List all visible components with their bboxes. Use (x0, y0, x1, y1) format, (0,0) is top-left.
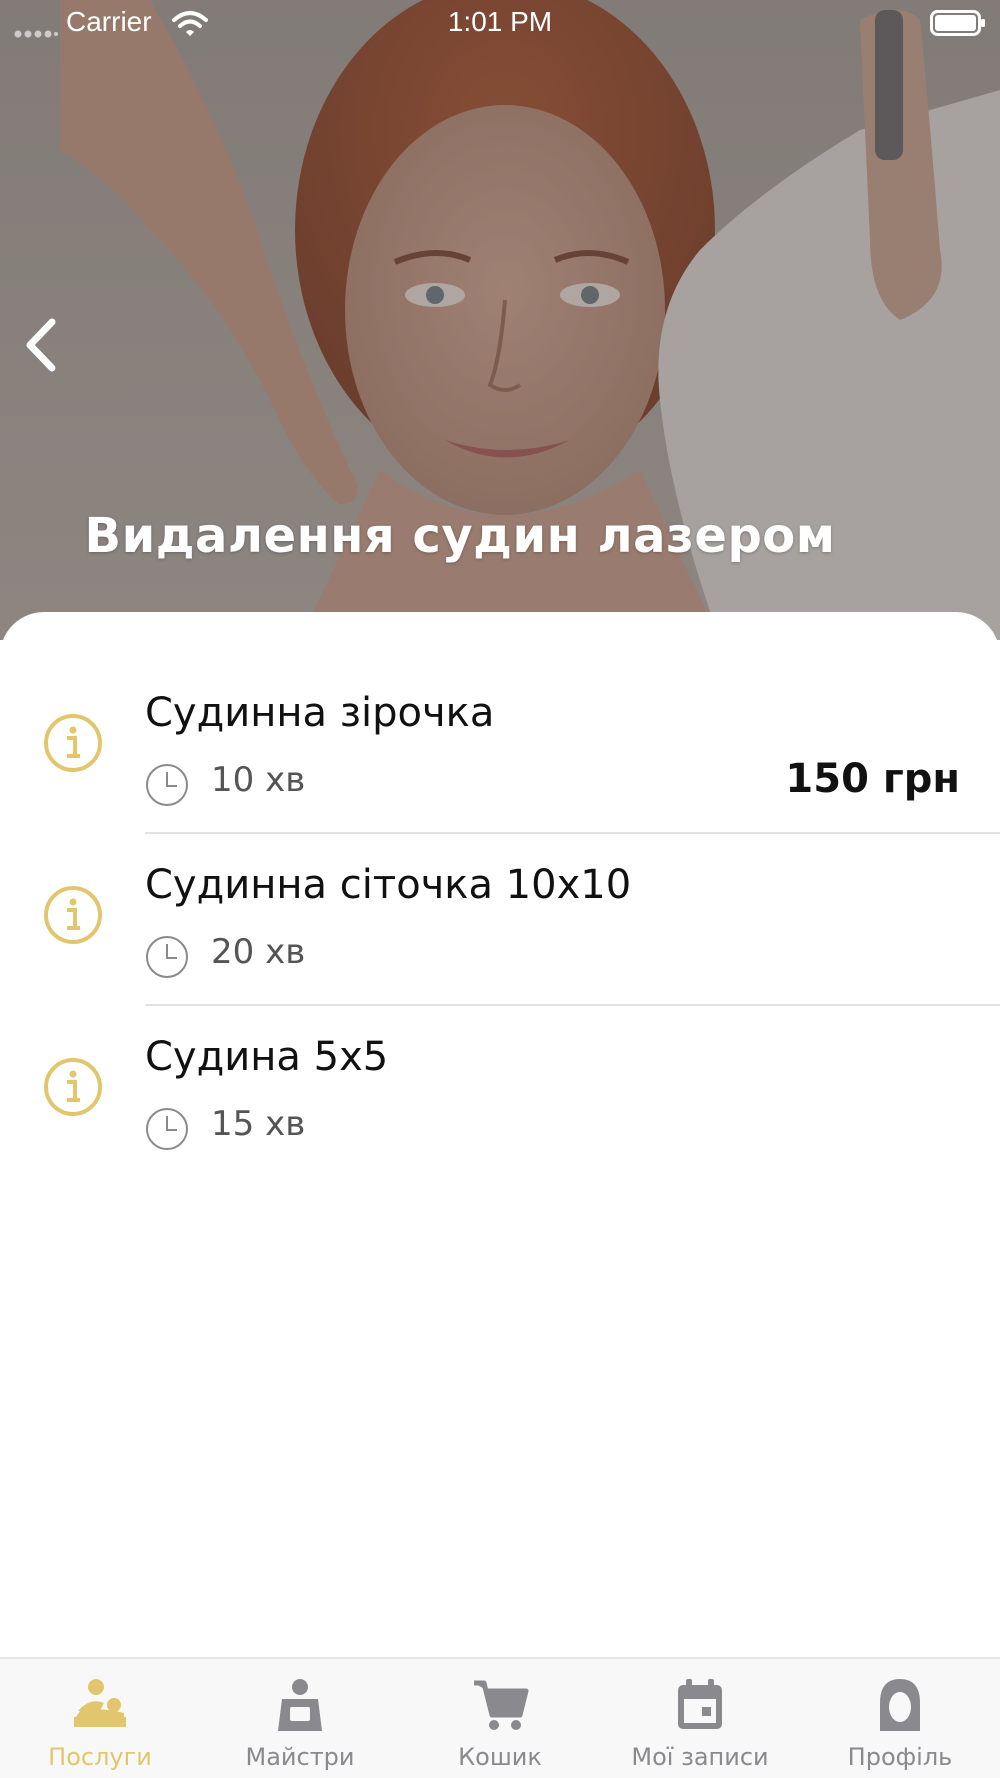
battery-icon (930, 10, 985, 36)
tab-services[interactable]: Послуги (0, 1659, 200, 1778)
tab-label: Кошик (458, 1743, 542, 1771)
master-icon (278, 1679, 322, 1731)
tab-label: Профіль (847, 1743, 953, 1771)
status-time: 1:01 PM (447, 6, 553, 37)
tab-label: Послуги (48, 1743, 152, 1771)
info-icon[interactable] (42, 712, 104, 774)
tab-label: Майстри (245, 1743, 355, 1771)
clock-icon (146, 1108, 188, 1150)
service-duration: 15 хв (211, 1104, 306, 1144)
chevron-left-icon (26, 318, 56, 372)
tab-label: Мої записи (631, 1743, 769, 1771)
hero-banner: Carrier 1:01 PM Видалення судин лазером (0, 0, 1000, 640)
tab-cart[interactable]: Кошик (400, 1659, 600, 1778)
service-name: Судинна зірочка (145, 690, 495, 736)
service-item[interactable]: Судинна зірочка 10 хв 150 грн (0, 662, 1000, 834)
tab-appointments[interactable]: Мої записи (600, 1659, 800, 1778)
page-title: Видалення судин лазером (84, 508, 836, 564)
info-icon[interactable] (42, 884, 104, 946)
clock-icon (146, 936, 188, 978)
service-item[interactable]: Судина 5х5 15 хв (0, 1006, 1000, 1178)
services-list: Судинна зірочка 10 хв 150 грн Судинна сі… (0, 612, 1000, 1658)
info-icon[interactable] (42, 1056, 104, 1118)
service-name: Судинна сіточка 10х10 (145, 862, 632, 908)
massage-icon (74, 1679, 126, 1727)
tab-profile[interactable]: Профіль (800, 1659, 1000, 1778)
tab-masters[interactable]: Майстри (200, 1659, 400, 1778)
service-name: Судина 5х5 (145, 1034, 389, 1080)
tab-bar: Послуги Майстри Кошик Мої записи Профіль (0, 1657, 1000, 1778)
back-button[interactable] (10, 315, 70, 375)
clock-icon (146, 764, 188, 806)
calendar-icon (678, 1679, 722, 1729)
status-bar: Carrier 1:01 PM (0, 0, 1000, 50)
service-price: 150 грн (785, 756, 960, 802)
service-duration: 10 хв (211, 760, 306, 800)
cart-icon (474, 1680, 529, 1730)
service-duration: 20 хв (211, 932, 306, 972)
service-item[interactable]: Судинна сіточка 10х10 20 хв (0, 834, 1000, 1006)
profile-icon (880, 1679, 920, 1731)
